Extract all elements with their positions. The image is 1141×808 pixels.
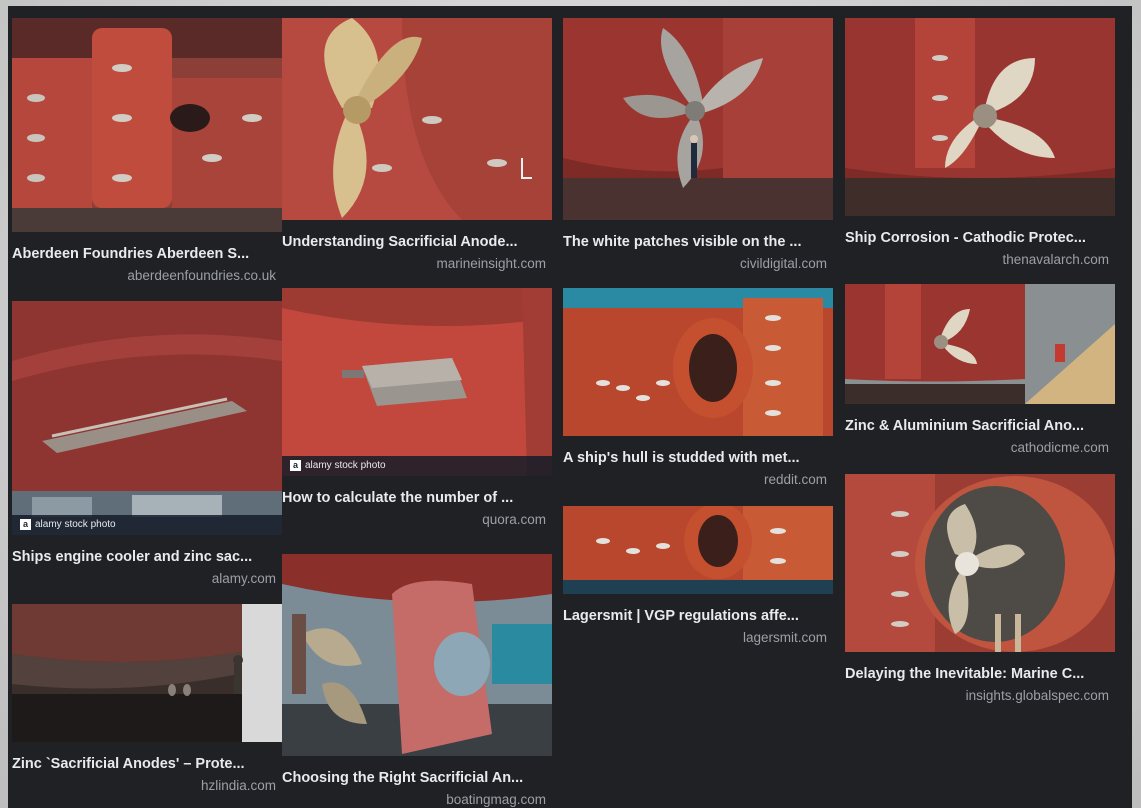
result-source[interactable]: reddit.com xyxy=(563,472,833,487)
ducted-propeller-image xyxy=(845,474,1115,652)
watermark-bar: a alamy stock photo xyxy=(12,515,282,535)
result-card[interactable]: a alamy stock photo How to calculate the … xyxy=(282,288,552,527)
stern-drydock-image xyxy=(845,284,1115,404)
propeller-gold-image xyxy=(282,18,552,220)
result-card[interactable]: Ship Corrosion - Cathodic Protec... then… xyxy=(845,18,1115,267)
single-anode-image xyxy=(282,288,552,476)
result-title[interactable]: Choosing the Right Sacrificial An... xyxy=(282,770,552,786)
result-source[interactable]: quora.com xyxy=(282,512,552,527)
result-card[interactable]: a alamy stock photo Ships engine cooler a… xyxy=(12,301,282,586)
result-card[interactable]: Zinc & Aluminium Sacrificial Ano... cath… xyxy=(845,284,1115,455)
result-title[interactable]: A ship's hull is studded with met... xyxy=(563,450,833,466)
result-card[interactable]: Understanding Sacrificial Anode... marin… xyxy=(282,18,552,271)
hull-underside-image xyxy=(12,604,282,742)
image-results-grid: Aberdeen Foundries Aberdeen S... aberdee… xyxy=(8,6,1132,808)
result-thumbnail[interactable] xyxy=(563,18,833,220)
result-card[interactable]: The white patches visible on the ... civ… xyxy=(563,18,833,271)
hull-cooler-image xyxy=(12,301,282,535)
result-source[interactable]: marineinsight.com xyxy=(282,256,552,271)
result-source[interactable]: boatingmag.com xyxy=(282,792,552,807)
result-source[interactable]: aberdeenfoundries.co.uk xyxy=(12,268,282,283)
result-title[interactable]: Zinc `Sacrificial Anodes' – Prote... xyxy=(12,756,282,772)
result-title[interactable]: Ships engine cooler and zinc sac... xyxy=(12,549,282,565)
result-title[interactable]: Lagersmit | VGP regulations affe... xyxy=(563,608,833,624)
result-thumbnail[interactable] xyxy=(282,554,552,756)
result-thumbnail[interactable] xyxy=(563,288,833,436)
result-source[interactable]: hzlindia.com xyxy=(12,778,282,793)
result-card[interactable]: Delaying the Inevitable: Marine C... ins… xyxy=(845,474,1115,703)
watermark-bar: a alamy stock photo xyxy=(282,456,552,476)
rudder-anodes-image xyxy=(12,18,282,232)
result-thumbnail[interactable] xyxy=(845,18,1115,216)
result-card[interactable]: Choosing the Right Sacrificial An... boa… xyxy=(282,554,552,807)
result-title[interactable]: Ship Corrosion - Cathodic Protec... xyxy=(845,230,1115,246)
result-thumbnail[interactable] xyxy=(563,506,833,594)
result-thumbnail[interactable] xyxy=(12,18,282,232)
result-card[interactable]: A ship's hull is studded with met... red… xyxy=(563,288,833,487)
result-thumbnail[interactable] xyxy=(845,284,1115,404)
result-thumbnail[interactable] xyxy=(12,604,282,742)
rudder-zinc-image xyxy=(282,554,552,756)
result-title[interactable]: How to calculate the number of ... xyxy=(282,490,552,506)
result-source[interactable]: alamy.com xyxy=(12,571,282,586)
result-thumbnail[interactable]: a alamy stock photo xyxy=(12,301,282,535)
result-title[interactable]: Zinc & Aluminium Sacrificial Ano... xyxy=(845,418,1115,434)
result-card[interactable]: Aberdeen Foundries Aberdeen S... aberdee… xyxy=(12,18,282,283)
result-title[interactable]: The white patches visible on the ... xyxy=(563,234,833,250)
alamy-logo-icon: a xyxy=(290,460,301,471)
nozzle-anodes-image xyxy=(563,288,833,436)
ship-stern-person-image xyxy=(563,18,833,220)
result-card[interactable]: Lagersmit | VGP regulations affe... lage… xyxy=(563,506,833,645)
result-title[interactable]: Delaying the Inevitable: Marine C... xyxy=(845,666,1115,682)
result-title[interactable]: Aberdeen Foundries Aberdeen S... xyxy=(12,246,282,262)
result-source[interactable]: thenavalarch.com xyxy=(845,252,1115,267)
result-card[interactable]: Zinc `Sacrificial Anodes' – Prote... hzl… xyxy=(12,604,282,793)
nozzle-closeup-image xyxy=(563,506,833,594)
watermark-text: alamy stock photo xyxy=(305,460,386,471)
result-thumbnail[interactable]: a alamy stock photo xyxy=(282,288,552,476)
result-source[interactable]: cathodicme.com xyxy=(845,440,1115,455)
propeller-rudder-image xyxy=(845,18,1115,216)
result-title[interactable]: Understanding Sacrificial Anode... xyxy=(282,234,552,250)
alamy-logo-icon: a xyxy=(20,519,31,530)
result-source[interactable]: civildigital.com xyxy=(563,256,833,271)
result-thumbnail[interactable] xyxy=(845,474,1115,652)
result-thumbnail[interactable] xyxy=(282,18,552,220)
result-source[interactable]: insights.globalspec.com xyxy=(845,688,1115,703)
watermark-text: alamy stock photo xyxy=(35,519,116,530)
result-source[interactable]: lagersmit.com xyxy=(563,630,833,645)
